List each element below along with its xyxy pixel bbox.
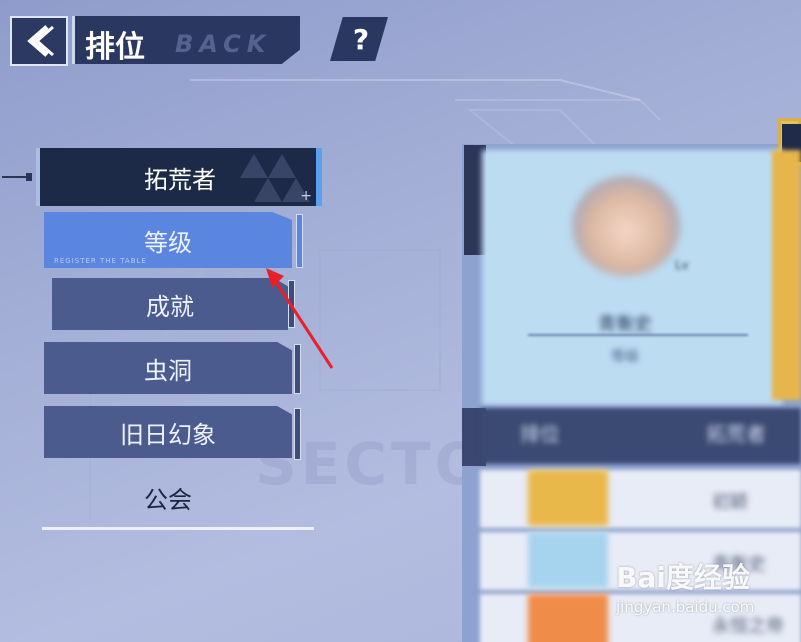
back-button[interactable] xyxy=(10,16,68,66)
menu-item-label: 拓荒者 xyxy=(144,165,216,194)
level-caption: REGISTER THE TABLE xyxy=(54,257,147,265)
guild-underline xyxy=(42,527,314,530)
help-button[interactable]: ? xyxy=(330,17,388,61)
avatar[interactable] xyxy=(572,176,680,276)
rank-badge-icon xyxy=(528,594,608,642)
menu-item-label: 等级 xyxy=(144,228,192,257)
menu-item-label: 旧日幻象 xyxy=(120,420,216,449)
profile-gold-strip xyxy=(772,150,801,400)
active-accent-bar xyxy=(316,148,322,206)
menu-item-label: 成就 xyxy=(146,292,194,321)
level-badge: Lv xyxy=(675,258,689,272)
table-header-pioneer: 拓荒者 xyxy=(706,422,766,446)
table-header-rank: 排位 xyxy=(520,422,560,446)
menu-item-achievement[interactable]: 成就 xyxy=(52,278,288,330)
chevron-left-icon xyxy=(27,25,54,57)
menu-item-old-illusion[interactable]: 旧日幻象 xyxy=(44,406,292,458)
menu-item-label: 虫洞 xyxy=(144,356,192,385)
rank-badge-icon xyxy=(528,470,608,526)
page-title: 排位 xyxy=(85,30,145,65)
menu-item-guild[interactable]: 公会 xyxy=(44,480,292,515)
menu-connector-dot xyxy=(26,173,32,181)
table-row-name: 初颖 xyxy=(712,492,748,513)
side-tab-old-illusion xyxy=(294,408,301,460)
profile-divider xyxy=(528,334,748,336)
rank-badge-icon xyxy=(528,532,608,588)
baidu-watermark: Bai度经验 jingyan.baidu.com xyxy=(616,556,754,616)
red-annotation-arrow xyxy=(266,268,334,369)
baidu-url: jingyan.baidu.com xyxy=(616,598,755,616)
plus-mark-icon: + xyxy=(300,188,312,204)
triangle-decoration xyxy=(268,154,296,178)
triangle-decoration xyxy=(240,154,268,178)
menu-item-wormhole[interactable]: 虫洞 xyxy=(44,342,292,394)
question-mark-icon: ? xyxy=(352,22,370,56)
title-back-watermark: BACK xyxy=(175,30,272,58)
page-title-bar: BACK 排位 xyxy=(72,16,300,64)
profile-subtitle: 等级 xyxy=(611,349,639,365)
menu-item-level[interactable]: 等级 REGISTER THE TABLE xyxy=(44,212,292,268)
triangle-decoration xyxy=(254,178,282,202)
baidu-logo: Bai度经验 xyxy=(616,561,750,594)
side-tab-level xyxy=(296,214,303,268)
menu-item-pioneer[interactable]: 拓荒者 + xyxy=(36,148,322,206)
profile-name: 青衡史 xyxy=(598,314,652,335)
